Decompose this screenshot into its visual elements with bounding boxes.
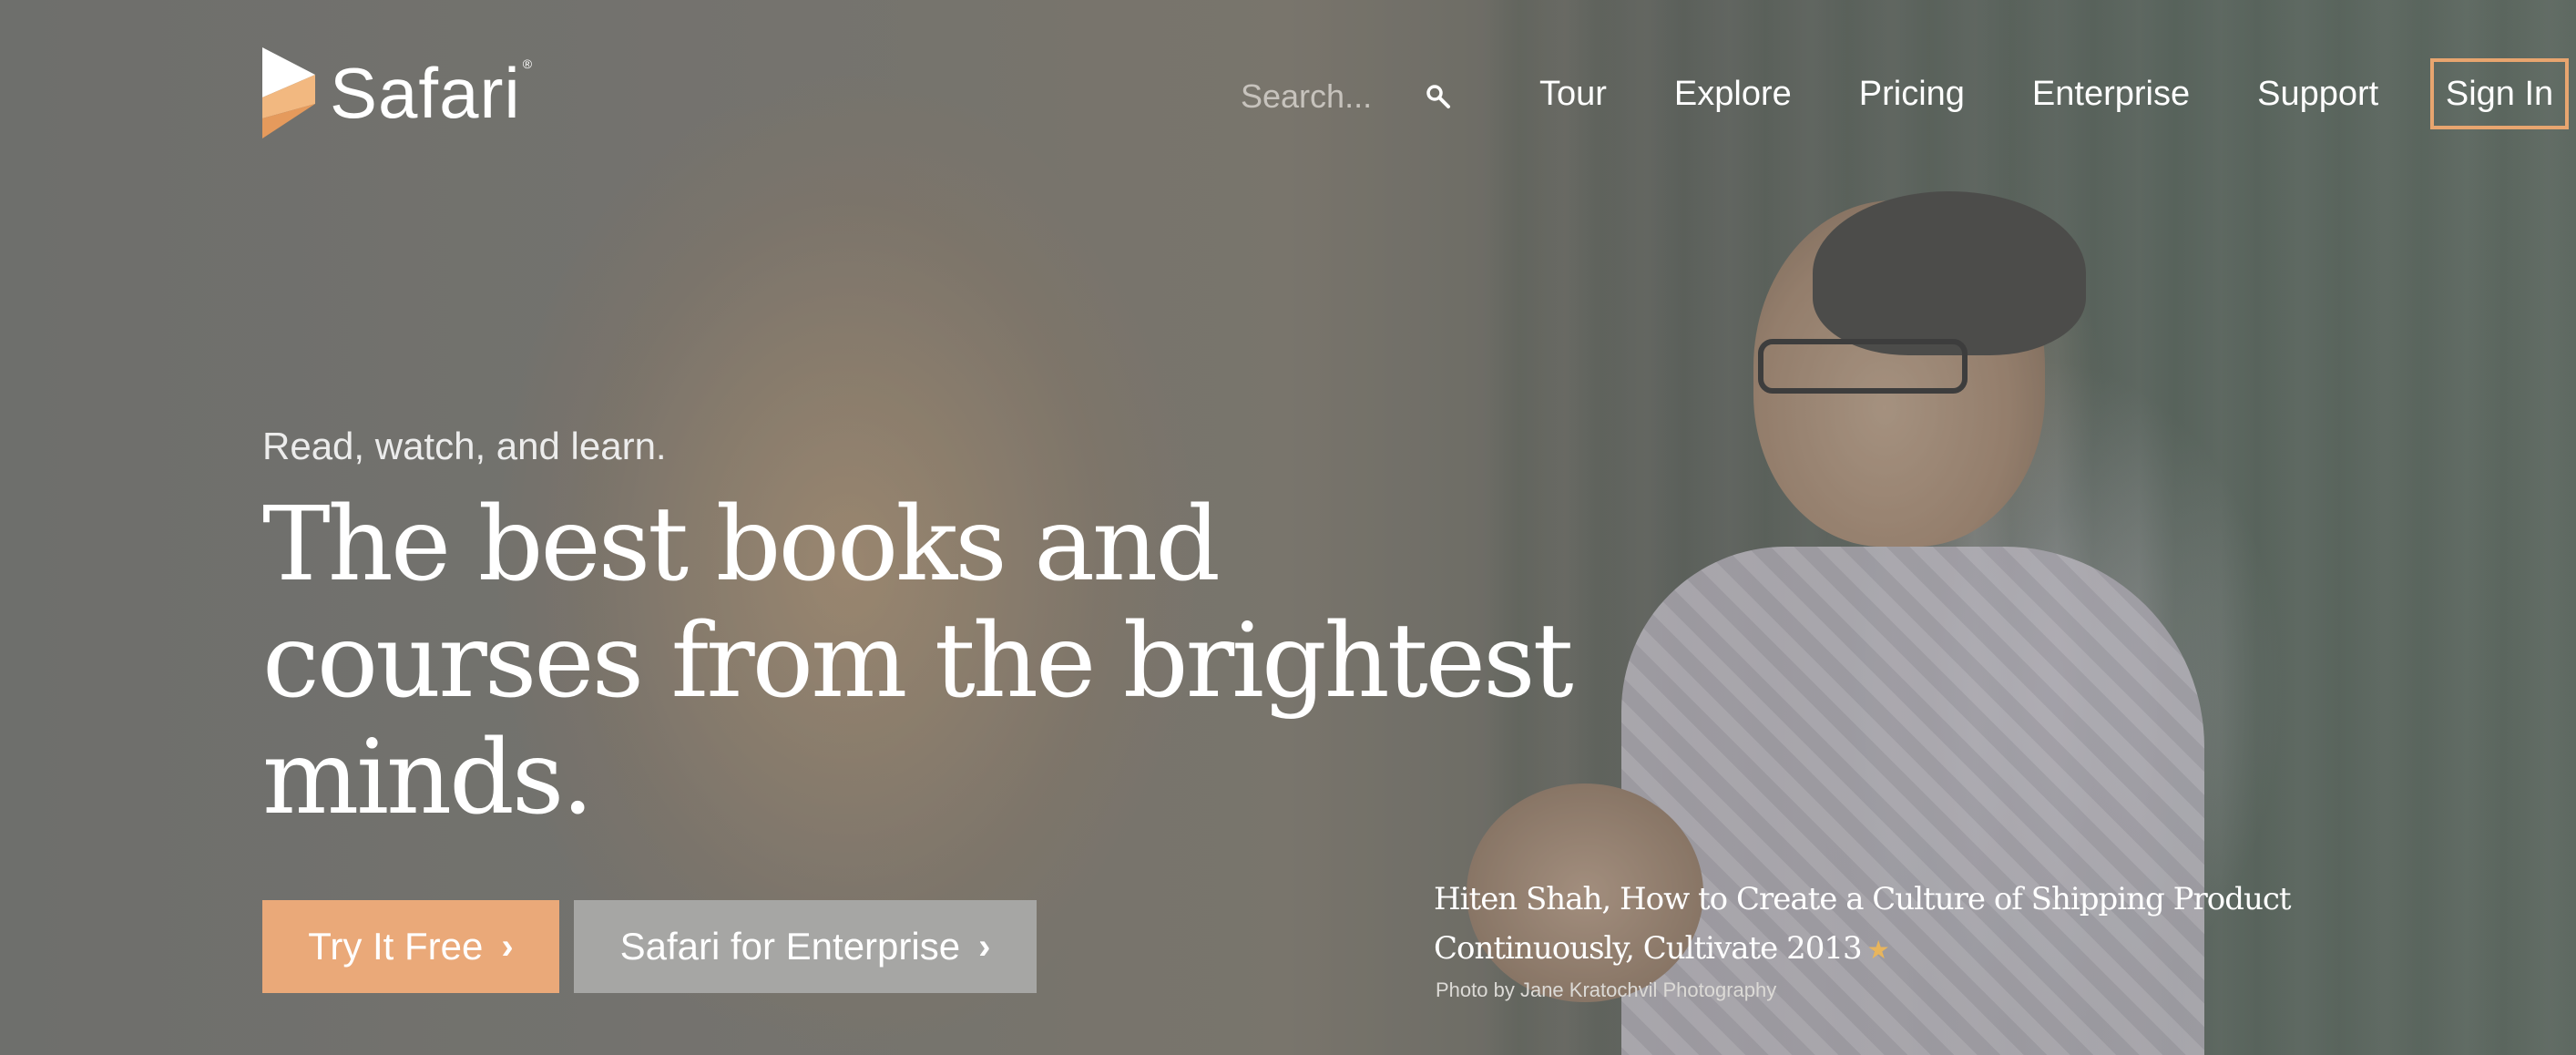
- try-it-free-button[interactable]: Try It Free ›: [262, 900, 559, 993]
- sign-in-button[interactable]: Sign In: [2430, 58, 2569, 129]
- nav-tour[interactable]: Tour: [1539, 75, 1607, 114]
- safari-logo-icon: [262, 47, 315, 138]
- safari-for-enterprise-label: Safari for Enterprise: [619, 925, 961, 968]
- search-area: [1239, 77, 1452, 117]
- nav-explore[interactable]: Explore: [1674, 75, 1792, 114]
- hero-headline: The best books and courses from the brig…: [262, 486, 1574, 837]
- main-nav: Tour Explore Pricing Enterprise Support: [1539, 75, 2446, 114]
- chevron-right-icon: ›: [978, 926, 991, 967]
- search-icon[interactable]: [1425, 83, 1452, 110]
- caption-line-text: Continuously, Cultivate 2013: [1434, 930, 1863, 967]
- safari-for-enterprise-button[interactable]: Safari for Enterprise ›: [574, 900, 1037, 993]
- registered-mark: ®: [522, 56, 533, 71]
- nav-pricing[interactable]: Pricing: [1859, 75, 1965, 114]
- caption-line: Hiten Shah, How to Create a Culture of S…: [1434, 881, 2292, 917]
- chevron-right-icon: ›: [501, 926, 514, 967]
- photo-credit: Photo by Jane Kratochvil Photography: [1436, 978, 1777, 1001]
- headline-line: courses from the brightest: [262, 602, 1574, 721]
- logo-text: Safari: [330, 53, 521, 133]
- safari-logo[interactable]: Safari ®: [262, 47, 532, 138]
- search-input[interactable]: [1239, 77, 1388, 117]
- hero-tagline: Read, watch, and learn.: [262, 425, 667, 467]
- headline-line: minds.: [262, 719, 594, 837]
- caption-line-2: Continuously, Cultivate 2013 ★: [1434, 924, 2254, 975]
- nav-enterprise[interactable]: Enterprise: [2032, 75, 2190, 114]
- star-icon: ★: [1866, 935, 1890, 965]
- headline-line: The best books and: [262, 486, 1221, 604]
- try-it-free-label: Try It Free: [308, 925, 484, 968]
- photo-caption: Hiten Shah, How to Create a Culture of S…: [1434, 875, 2292, 975]
- nav-support[interactable]: Support: [2257, 75, 2378, 114]
